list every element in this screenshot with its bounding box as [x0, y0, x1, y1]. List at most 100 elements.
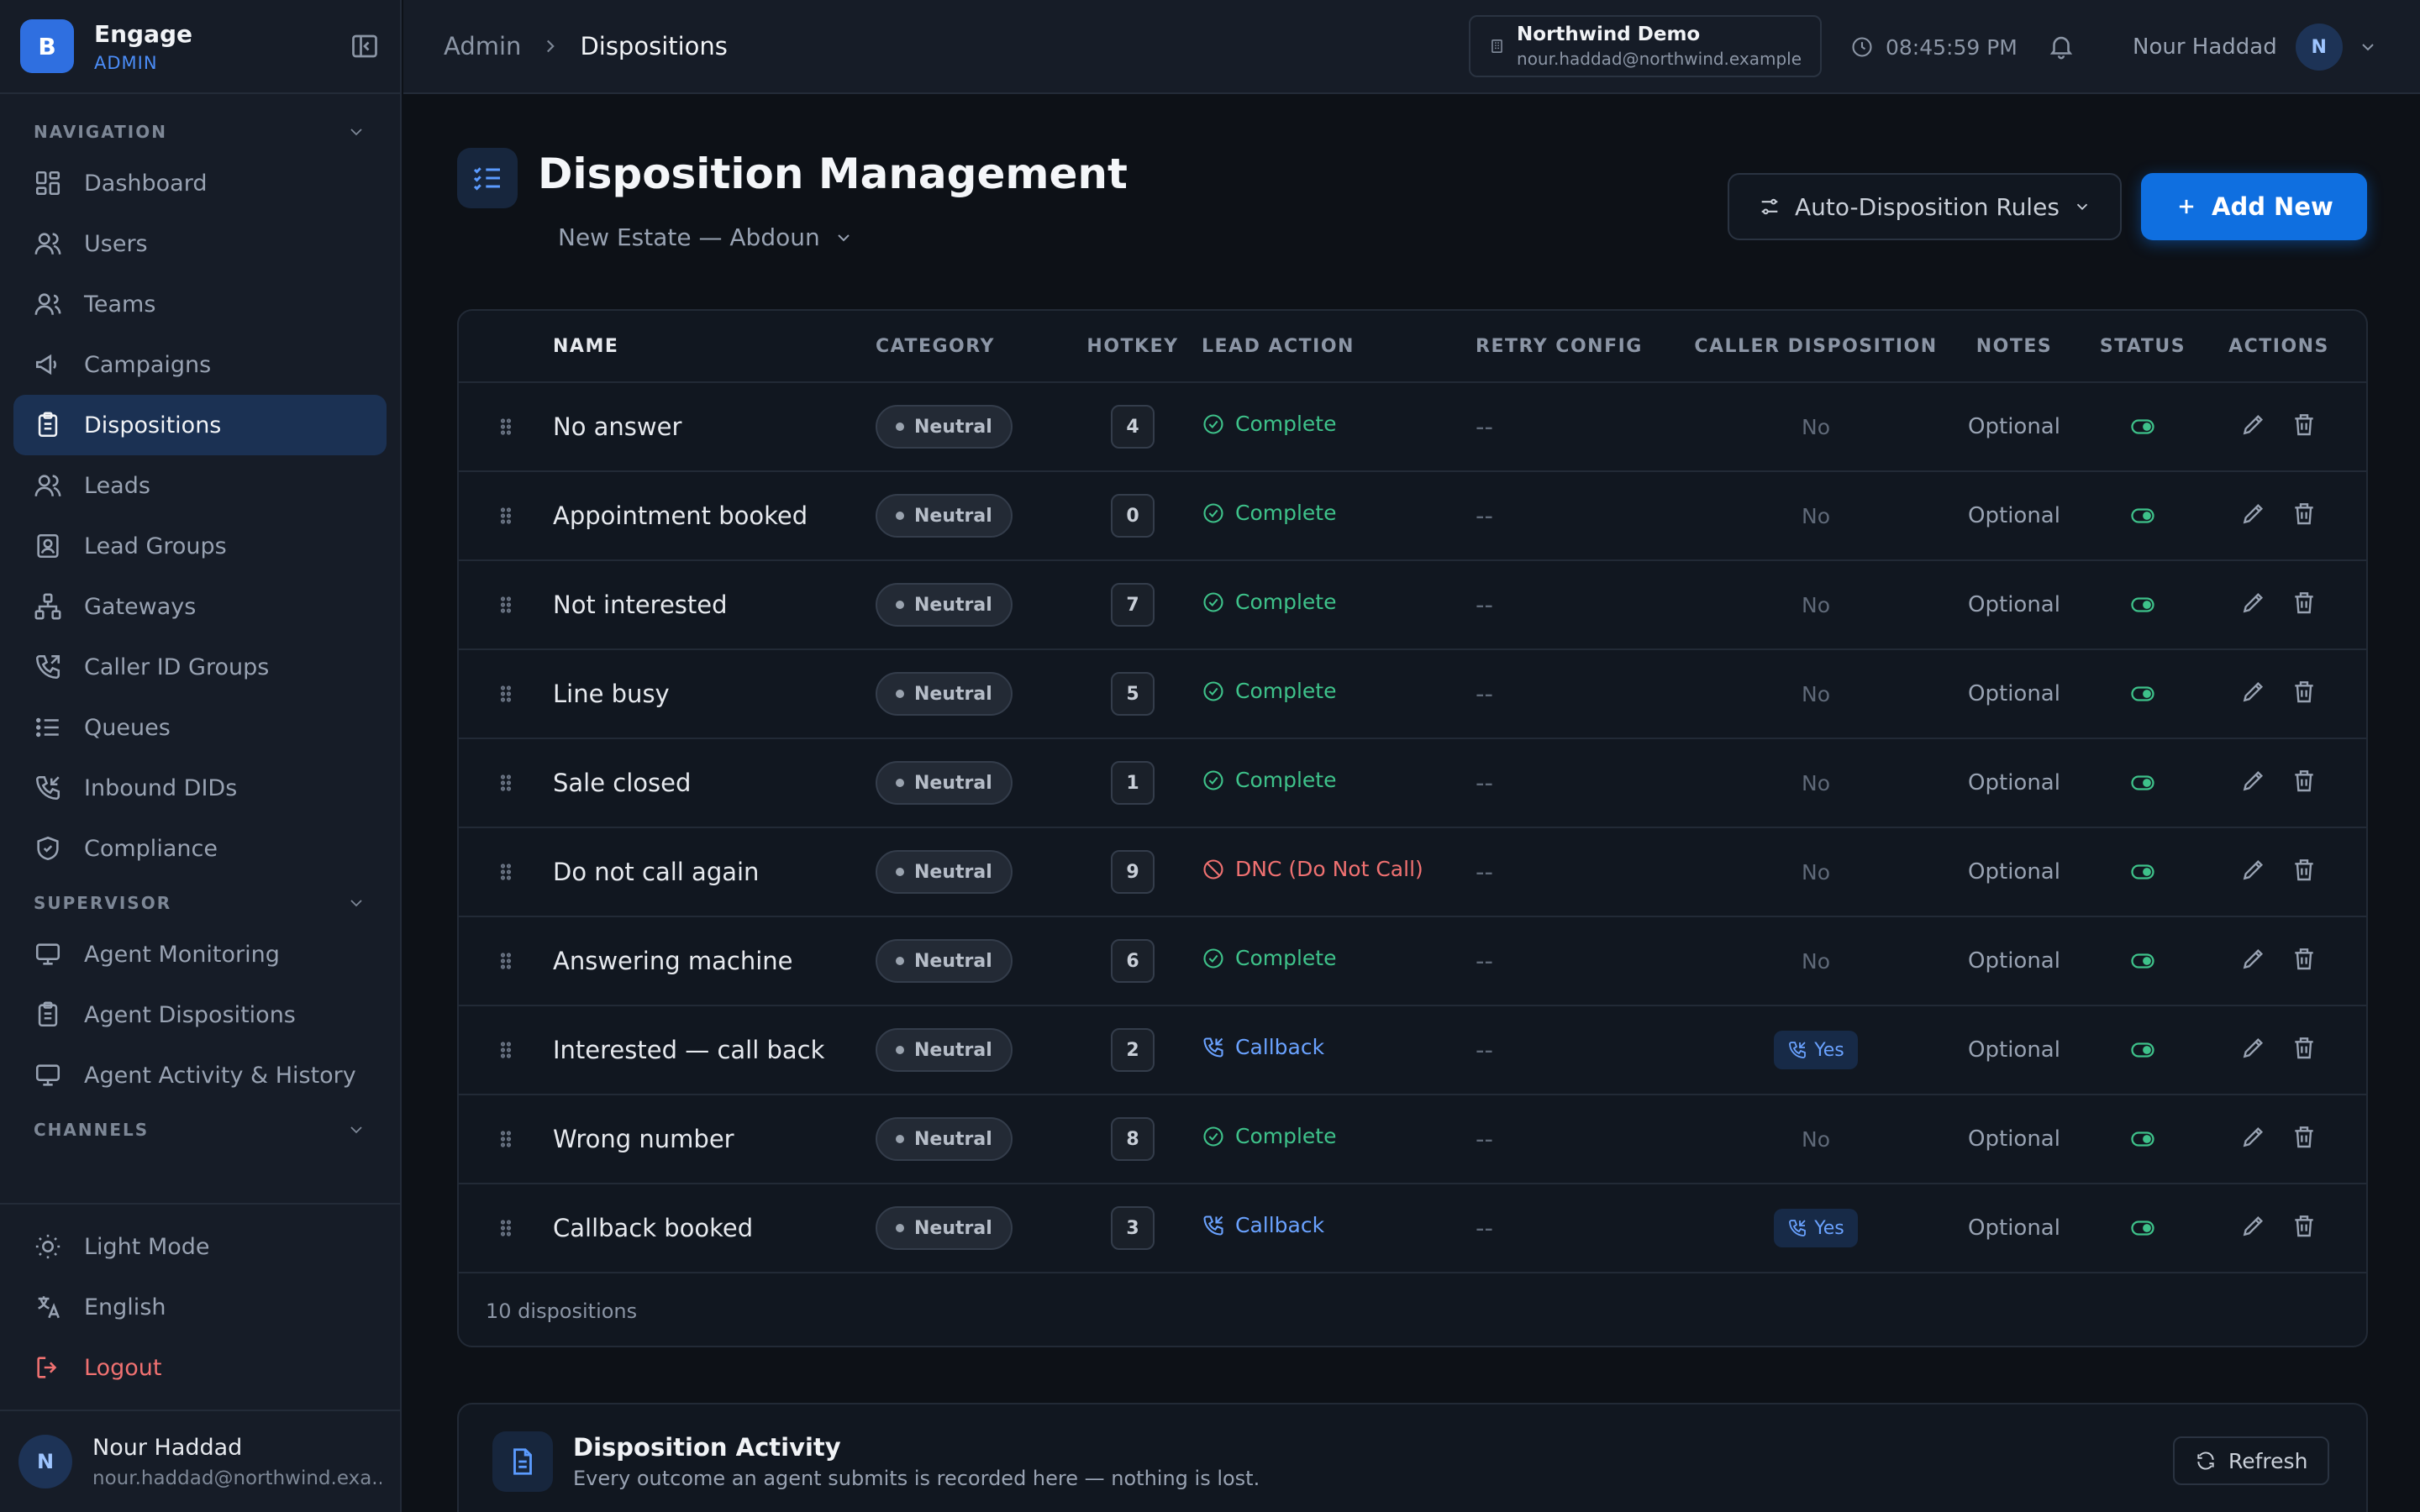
sidebar-user[interactable]: N Nour Haddad nour.haddad@northwind.exa.…: [0, 1410, 400, 1512]
drag-handle[interactable]: [459, 504, 553, 528]
light-mode-toggle[interactable]: Light Mode: [13, 1216, 387, 1277]
sidebar-collapse-icon[interactable]: [350, 31, 380, 61]
table-row[interactable]: Appointment booked Neutral 0 Complete --…: [459, 472, 2366, 561]
sidebar-item-dashboard[interactable]: Dashboard: [13, 153, 387, 213]
table-header: NAME CATEGORY HOTKEY LEAD ACTION RETRY C…: [459, 311, 2366, 383]
sidebar-item-teams[interactable]: Teams: [13, 274, 387, 334]
edit-button[interactable]: [2240, 945, 2267, 978]
status-toggle[interactable]: [2091, 1126, 2195, 1152]
edit-button[interactable]: [2240, 411, 2267, 444]
dashboard-icon: [35, 171, 60, 196]
nav-section-channels[interactable]: CHANNELS: [0, 1109, 400, 1151]
delete-button[interactable]: [2291, 678, 2317, 711]
delete-button[interactable]: [2291, 1034, 2317, 1067]
language-selector[interactable]: English: [13, 1277, 387, 1337]
delete-button[interactable]: [2291, 1123, 2317, 1156]
sidebar-item-label: Inbound DIDs: [84, 774, 238, 801]
disposition-name: Line busy: [553, 680, 670, 708]
sidebar-item-lead-groups[interactable]: Lead Groups: [13, 516, 387, 576]
status-toggle[interactable]: [2091, 1215, 2195, 1241]
drag-handle[interactable]: [459, 949, 553, 973]
sidebar-nav: NAVIGATION Dashboard Users Teams Campaig…: [0, 94, 400, 1151]
breadcrumb-root[interactable]: Admin: [444, 32, 521, 60]
delete-button[interactable]: [2291, 1212, 2317, 1245]
edit-button[interactable]: [2240, 1212, 2267, 1245]
status-toggle[interactable]: [2091, 948, 2195, 974]
org-switcher[interactable]: Northwind Demo nour.haddad@northwind.exa…: [1469, 15, 1822, 77]
nav-section-navigation[interactable]: NAVIGATION: [0, 111, 400, 153]
auto-disposition-rules-button[interactable]: Auto-Disposition Rules: [1728, 173, 2122, 240]
retry-config: --: [1476, 858, 1493, 886]
drag-handle[interactable]: [459, 771, 553, 795]
network-icon: [34, 593, 61, 620]
table-row[interactable]: Do not call again Neutral 9 DNC (Do Not …: [459, 828, 2366, 917]
status-toggle[interactable]: [2091, 681, 2195, 706]
breadcrumb-current: Dispositions: [580, 32, 728, 60]
user-menu[interactable]: Nour Haddad N: [2133, 0, 2378, 94]
table-row[interactable]: Answering machine Neutral 6 Complete -- …: [459, 917, 2366, 1006]
status-toggle[interactable]: [2091, 859, 2195, 885]
edit-button[interactable]: [2240, 856, 2267, 889]
sidebar-item-leads[interactable]: Leads: [13, 455, 387, 516]
table-row[interactable]: Line busy Neutral 5 Complete -- No Optio…: [459, 650, 2366, 739]
edit-button[interactable]: [2240, 500, 2267, 533]
delete-button[interactable]: [2291, 500, 2317, 533]
lead-action-label: Complete: [1235, 679, 1337, 704]
edit-button[interactable]: [2240, 589, 2267, 622]
campaign-select[interactable]: New Estate — Abdoun: [558, 223, 854, 251]
sidebar-item-inbound-dids[interactable]: Inbound DIDs: [13, 758, 387, 818]
delete-button[interactable]: [2291, 767, 2317, 800]
status-toggle[interactable]: [2091, 503, 2195, 528]
table-row[interactable]: Sale closed Neutral 1 Complete -- No Opt…: [459, 739, 2366, 828]
sidebar-item-dispositions[interactable]: Dispositions: [13, 395, 387, 455]
sidebar-item-caller-id-groups[interactable]: Caller ID Groups: [13, 637, 387, 697]
edit-button[interactable]: [2240, 767, 2267, 800]
status-toggle[interactable]: [2091, 770, 2195, 795]
delete-button[interactable]: [2291, 589, 2317, 622]
status-toggle[interactable]: [2091, 1037, 2195, 1063]
drag-handle[interactable]: [459, 682, 553, 706]
bell-icon[interactable]: [2047, 32, 2075, 60]
drag-handle[interactable]: [459, 593, 553, 617]
sidebar-item-gateways[interactable]: Gateways: [13, 576, 387, 637]
refresh-button[interactable]: Refresh: [2173, 1436, 2330, 1485]
edit-button[interactable]: [2240, 1034, 2267, 1067]
table-row[interactable]: Not interested Neutral 7 Complete -- No …: [459, 561, 2366, 650]
retry-config: --: [1476, 591, 1493, 619]
delete-button[interactable]: [2291, 856, 2317, 889]
sidebar-item-agent-monitoring[interactable]: Agent Monitoring: [13, 924, 387, 984]
delete-button[interactable]: [2291, 945, 2317, 978]
drag-handle[interactable]: [459, 1127, 553, 1151]
sidebar-item-campaigns[interactable]: Campaigns: [13, 334, 387, 395]
logout-button[interactable]: Logout: [13, 1337, 387, 1398]
drag-handle[interactable]: [459, 1038, 553, 1062]
sidebar-item-compliance[interactable]: Compliance: [13, 818, 387, 879]
edit-button[interactable]: [2240, 678, 2267, 711]
sidebar-item-agent-dispositions[interactable]: Agent Dispositions: [13, 984, 387, 1045]
drag-handle[interactable]: [459, 1216, 553, 1240]
status-toggle[interactable]: [2091, 414, 2195, 439]
sidebar-user-email: nour.haddad@northwind.exa...: [92, 1467, 381, 1489]
phone-forward-icon: [35, 654, 60, 680]
edit-button[interactable]: [2240, 1123, 2267, 1156]
table-row[interactable]: Callback booked Neutral 3 Callback -- Ye…: [459, 1184, 2366, 1273]
table-row[interactable]: No answer Neutral 4 Complete -- No Optio…: [459, 383, 2366, 472]
category-badge: Neutral: [876, 1117, 1013, 1161]
drag-handle[interactable]: [459, 415, 553, 438]
delete-button[interactable]: [2291, 411, 2317, 444]
add-new-button[interactable]: Add New: [2141, 173, 2367, 240]
drag-handle[interactable]: [459, 860, 553, 884]
toggle-on-icon: [2131, 864, 2154, 879]
category-label: Neutral: [914, 505, 992, 527]
table-row[interactable]: Interested — call back Neutral 2 Callbac…: [459, 1006, 2366, 1095]
check-circle-icon: [1203, 770, 1223, 790]
main-content: Disposition Management New Estate — Abdo…: [403, 94, 2420, 1512]
sidebar-item-users[interactable]: Users: [13, 213, 387, 274]
status-toggle[interactable]: [2091, 592, 2195, 617]
nav-section-supervisor[interactable]: SUPERVISOR: [0, 882, 400, 924]
sidebar-item-label: Dispositions: [84, 412, 222, 438]
sidebar-item-queues[interactable]: Queues: [13, 697, 387, 758]
category-badge: Neutral: [876, 939, 1013, 983]
sidebar-item-agent-activity-history[interactable]: Agent Activity & History: [13, 1045, 387, 1105]
table-row[interactable]: Wrong number Neutral 8 Complete -- No Op…: [459, 1095, 2366, 1184]
